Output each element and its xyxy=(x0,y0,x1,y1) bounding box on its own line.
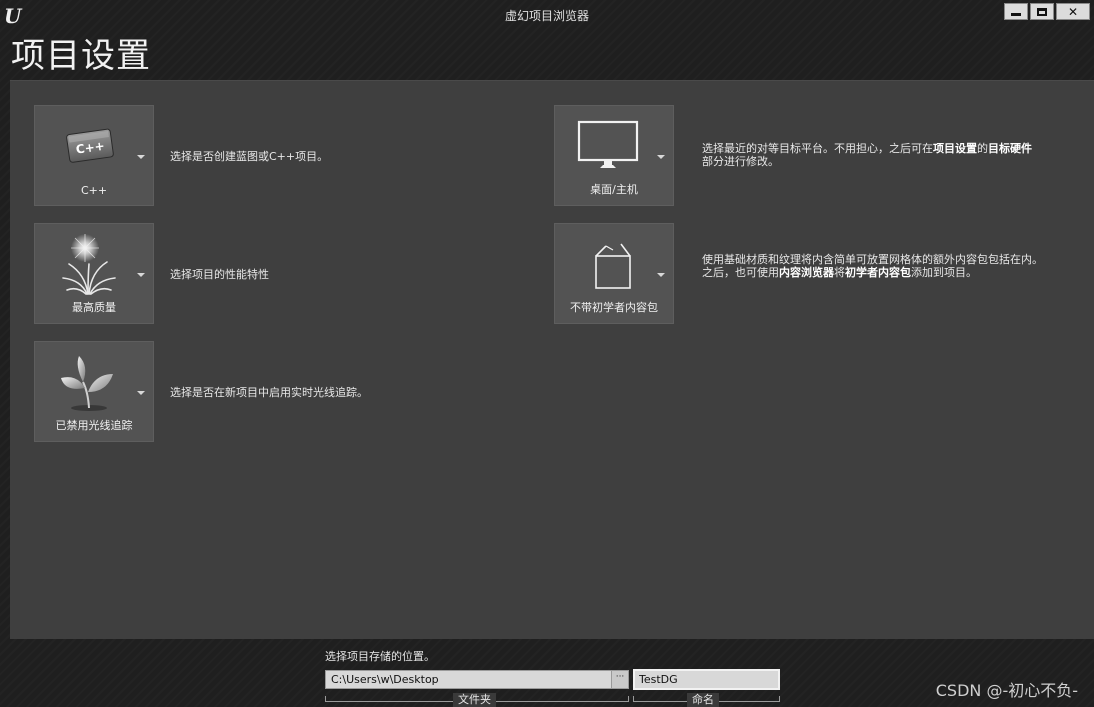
cpp-icon: C++ xyxy=(66,128,114,163)
starter-description-line: 使用基础材质和纹理将内含简单可放置网格体的额外内容包包括在内。 xyxy=(702,253,1043,266)
platform-description-text: 的 xyxy=(977,142,988,155)
watermark: CSDN @-初心不负- xyxy=(935,681,1078,700)
chevron-down-icon xyxy=(137,155,145,159)
chevron-down-icon xyxy=(657,155,665,159)
code-type-description: 选择是否创建蓝图或C++项目。 xyxy=(170,150,329,163)
raytracing-description: 选择是否在新项目中启用实时光线追踪。 xyxy=(170,386,368,399)
chevron-down-icon xyxy=(137,391,145,395)
browse-folder-button[interactable]: ··· xyxy=(611,671,628,688)
minimize-icon xyxy=(1011,12,1021,16)
quality-description: 选择项目的性能特性 xyxy=(170,268,269,281)
folder-path-input[interactable] xyxy=(325,670,629,689)
close-button[interactable]: ✕ xyxy=(1056,3,1090,20)
starter-content-term: 初学者内容包 xyxy=(845,266,911,279)
minimize-button[interactable] xyxy=(1004,3,1028,20)
platform-description-text: 部分进行修改。 xyxy=(702,155,779,168)
name-caption: 命名 xyxy=(687,693,719,707)
sparkle-grass-icon xyxy=(62,234,116,295)
starter-description-text: 之后，也可使用 xyxy=(702,266,779,279)
monitor-icon xyxy=(577,120,639,168)
platform-description-text: 选择最近的对等目标平台。不用担心，之后可在 xyxy=(702,142,933,155)
plant-icon xyxy=(61,356,113,411)
chevron-down-icon xyxy=(657,273,665,277)
location-prompt: 选择项目存储的位置。 xyxy=(325,650,435,663)
platform-dropdown[interactable]: 桌面/主机 xyxy=(554,105,674,206)
starter-content-description: 使用基础材质和纹理将内含简单可放置网格体的额外内容包包括在内。 之后，也可使用内… xyxy=(702,253,1062,279)
target-hardware-term: 目标硬件 xyxy=(988,142,1032,155)
code-type-label: C++ xyxy=(80,184,108,197)
title-bar[interactable]: U 虚幻项目浏览器 ✕ xyxy=(0,0,1094,32)
maximize-button[interactable] xyxy=(1030,3,1054,20)
page-title: 项目设置 xyxy=(11,36,151,76)
code-type-dropdown[interactable]: C++ C++ xyxy=(34,105,154,206)
open-box-icon xyxy=(595,243,631,289)
platform-description: 选择最近的对等目标平台。不用担心，之后可在项目设置的目标硬件部分进行修改。 xyxy=(702,142,1082,168)
raytracing-dropdown[interactable]: 已禁用光线追踪 xyxy=(34,341,154,442)
unreal-project-browser-window: U 虚幻项目浏览器 ✕ 项目设置 C++ C++ 选择是否创建蓝图或C++项目。… xyxy=(0,0,1094,707)
starter-content-dropdown[interactable]: 不带初学者内容包 xyxy=(554,223,674,324)
window-title: 虚幻项目浏览器 xyxy=(504,9,589,23)
raytracing-label: 已禁用光线追踪 xyxy=(55,419,133,432)
close-icon: ✕ xyxy=(1067,4,1079,19)
chevron-down-icon xyxy=(137,273,145,277)
settings-panel: C++ C++ 选择是否创建蓝图或C++项目。 最高质量 选择项目的性能特性 已… xyxy=(10,80,1094,639)
window-controls: ✕ xyxy=(1004,3,1090,20)
platform-label: 桌面/主机 xyxy=(590,183,638,196)
starter-description-text: 将 xyxy=(834,266,845,279)
project-settings-term: 项目设置 xyxy=(933,142,977,155)
quality-dropdown[interactable]: 最高质量 xyxy=(34,223,154,324)
folder-caption: 文件夹 xyxy=(453,693,496,707)
content-browser-term: 内容浏览器 xyxy=(779,266,834,279)
maximize-icon xyxy=(1037,7,1047,16)
starter-content-label: 不带初学者内容包 xyxy=(570,301,658,314)
quality-label: 最高质量 xyxy=(72,301,116,314)
starter-description-text: 添加到项目。 xyxy=(911,266,977,279)
project-name-input[interactable] xyxy=(633,669,780,690)
